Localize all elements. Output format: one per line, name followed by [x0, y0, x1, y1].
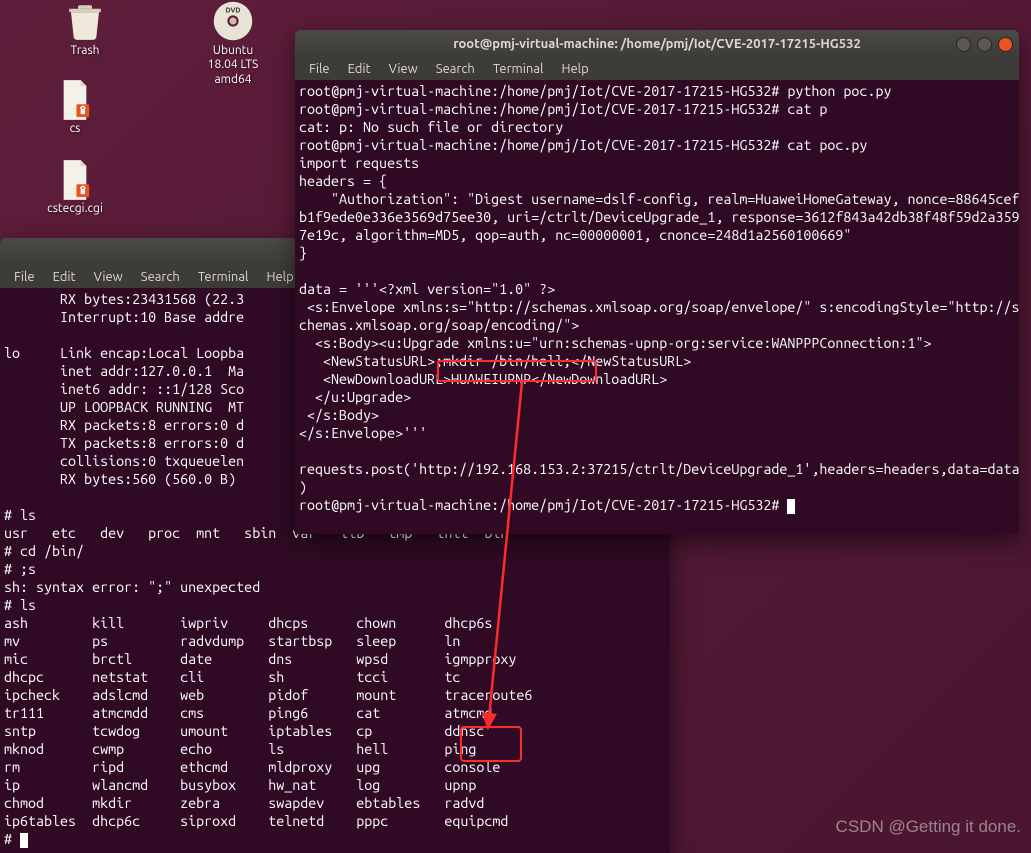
file-icon: [58, 160, 92, 200]
desktop-icon-label: Ubuntu 18.04 LTS amd64: [195, 44, 271, 87]
maximize-button[interactable]: [977, 37, 992, 52]
menu-file[interactable]: File: [301, 60, 338, 78]
menu-edit[interactable]: Edit: [45, 268, 84, 286]
menu-terminal[interactable]: Terminal: [190, 268, 257, 286]
menu-search[interactable]: Search: [133, 268, 188, 286]
menu-view[interactable]: View: [381, 60, 426, 78]
menu-search[interactable]: Search: [428, 60, 483, 78]
cursor-icon: [20, 833, 28, 848]
svg-text:DVD: DVD: [226, 6, 241, 14]
close-button[interactable]: [998, 37, 1013, 52]
terminal-window-front[interactable]: root@pmj-virtual-machine: /home/pmj/Iot/…: [295, 30, 1019, 534]
desktop-icon-label: Trash: [50, 44, 120, 58]
dvd-icon: DVD: [212, 0, 254, 42]
window-titlebar[interactable]: root@pmj-virtual-machine: /home/pmj/Iot/…: [295, 30, 1019, 58]
menubar[interactable]: File Edit View Search Terminal Help: [295, 58, 1019, 80]
window-title: root@pmj-virtual-machine: /home/pmj/Iot/…: [295, 37, 1019, 51]
menu-help[interactable]: Help: [553, 60, 596, 78]
file-icon: [58, 80, 92, 120]
terminal-output[interactable]: root@pmj-virtual-machine:/home/pmj/Iot/C…: [295, 80, 1019, 534]
minimize-button[interactable]: [956, 37, 971, 52]
desktop-icon-trash[interactable]: Trash: [50, 0, 120, 58]
menu-terminal[interactable]: Terminal: [485, 60, 552, 78]
menu-file[interactable]: File: [6, 268, 43, 286]
desktop-icon-label: cs: [40, 122, 110, 136]
menu-edit[interactable]: Edit: [340, 60, 379, 78]
watermark: CSDN @Getting it done.: [836, 817, 1021, 837]
desktop-icon-cs[interactable]: cs: [40, 80, 110, 136]
cursor-icon: [787, 499, 795, 514]
desktop-icon-ubuntu[interactable]: DVD Ubuntu 18.04 LTS amd64: [195, 0, 271, 87]
menu-view[interactable]: View: [86, 268, 131, 286]
trash-icon: [64, 0, 106, 42]
desktop-icon-cstecgi[interactable]: cstecgi.cgi: [40, 160, 110, 216]
desktop-icon-label: cstecgi.cgi: [40, 202, 110, 216]
